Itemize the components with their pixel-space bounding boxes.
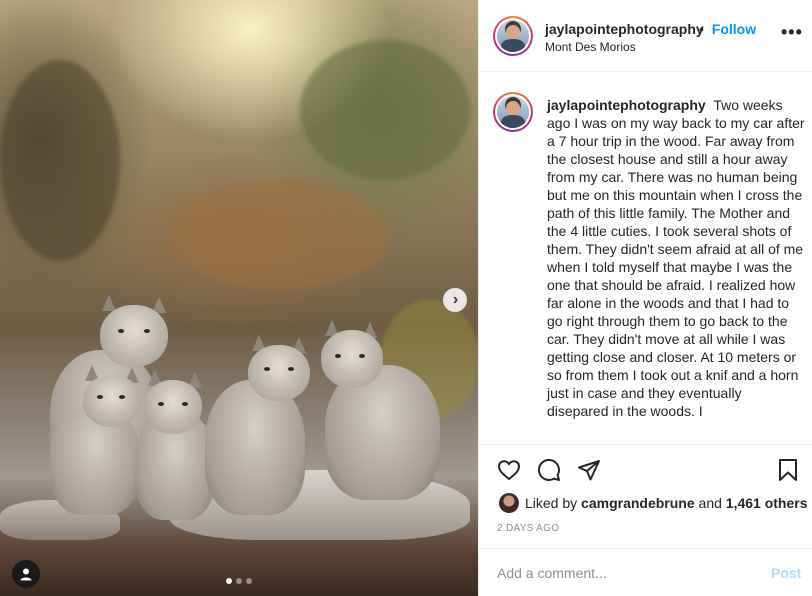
add-comment-bar: Post bbox=[479, 548, 812, 596]
foliage bbox=[0, 60, 120, 260]
likes-summary: Liked by camgrandebrune and 1,461 others bbox=[499, 493, 808, 513]
heart-icon bbox=[498, 460, 520, 480]
likes-joiner: and bbox=[698, 495, 722, 511]
post-panel: jaylapointephotography • Follow Mont Des… bbox=[478, 0, 812, 596]
post-header: jaylapointephotography • Follow Mont Des… bbox=[479, 0, 812, 72]
post-timestamp[interactable]: 2 DAYS AGO bbox=[497, 523, 559, 534]
lynx-kitten bbox=[200, 335, 310, 515]
comment-icon bbox=[537, 458, 560, 481]
avatar-image bbox=[497, 20, 529, 52]
caption-username[interactable]: jaylapointephotography bbox=[547, 97, 706, 113]
more-options-button[interactable]: ••• bbox=[781, 22, 803, 43]
share-button[interactable] bbox=[576, 457, 602, 483]
save-button[interactable] bbox=[775, 457, 801, 483]
post-comment-button[interactable]: Post bbox=[771, 565, 801, 581]
liker-username[interactable]: camgrandebrune bbox=[581, 495, 695, 511]
comment-button[interactable] bbox=[536, 457, 562, 483]
lynx-kitten bbox=[315, 320, 445, 500]
post-caption: jaylapointephotography Two weeks ago I w… bbox=[547, 96, 805, 420]
carousel-dot bbox=[226, 578, 232, 584]
tagged-users-button[interactable] bbox=[12, 560, 40, 588]
separator: • bbox=[699, 21, 704, 37]
carousel-dot bbox=[236, 578, 242, 584]
likes-others-link[interactable]: 1,461 others bbox=[726, 495, 808, 511]
carousel-indicator bbox=[226, 578, 252, 584]
carousel-next-button[interactable]: › bbox=[443, 288, 467, 312]
post-photo[interactable]: › bbox=[0, 0, 478, 596]
like-button[interactable] bbox=[496, 457, 522, 483]
paper-plane-icon bbox=[578, 460, 600, 481]
caption-author-avatar[interactable] bbox=[493, 92, 533, 132]
author-username[interactable]: jaylapointephotography bbox=[545, 21, 704, 37]
liker-avatar[interactable] bbox=[499, 493, 519, 513]
comments-section[interactable]: jaylapointephotography Two weeks ago I w… bbox=[479, 72, 812, 444]
avatar-image bbox=[497, 96, 529, 128]
chevron-right-icon: › bbox=[452, 291, 459, 308]
carousel-dot bbox=[246, 578, 252, 584]
follow-group: • Follow bbox=[699, 21, 756, 37]
post-actions: Liked by camgrandebrune and 1,461 others… bbox=[479, 444, 812, 548]
author-avatar[interactable] bbox=[493, 16, 533, 56]
post-location[interactable]: Mont Des Morios bbox=[545, 40, 636, 54]
likes-prefix: Liked by bbox=[525, 495, 578, 511]
comment-input[interactable] bbox=[497, 563, 747, 583]
foliage bbox=[170, 180, 390, 290]
follow-button[interactable]: Follow bbox=[712, 21, 756, 37]
user-tag-icon bbox=[20, 568, 32, 581]
caption-text: Two weeks ago I was on my way back to my… bbox=[547, 97, 805, 419]
foliage bbox=[300, 40, 470, 180]
bookmark-icon bbox=[779, 459, 797, 481]
